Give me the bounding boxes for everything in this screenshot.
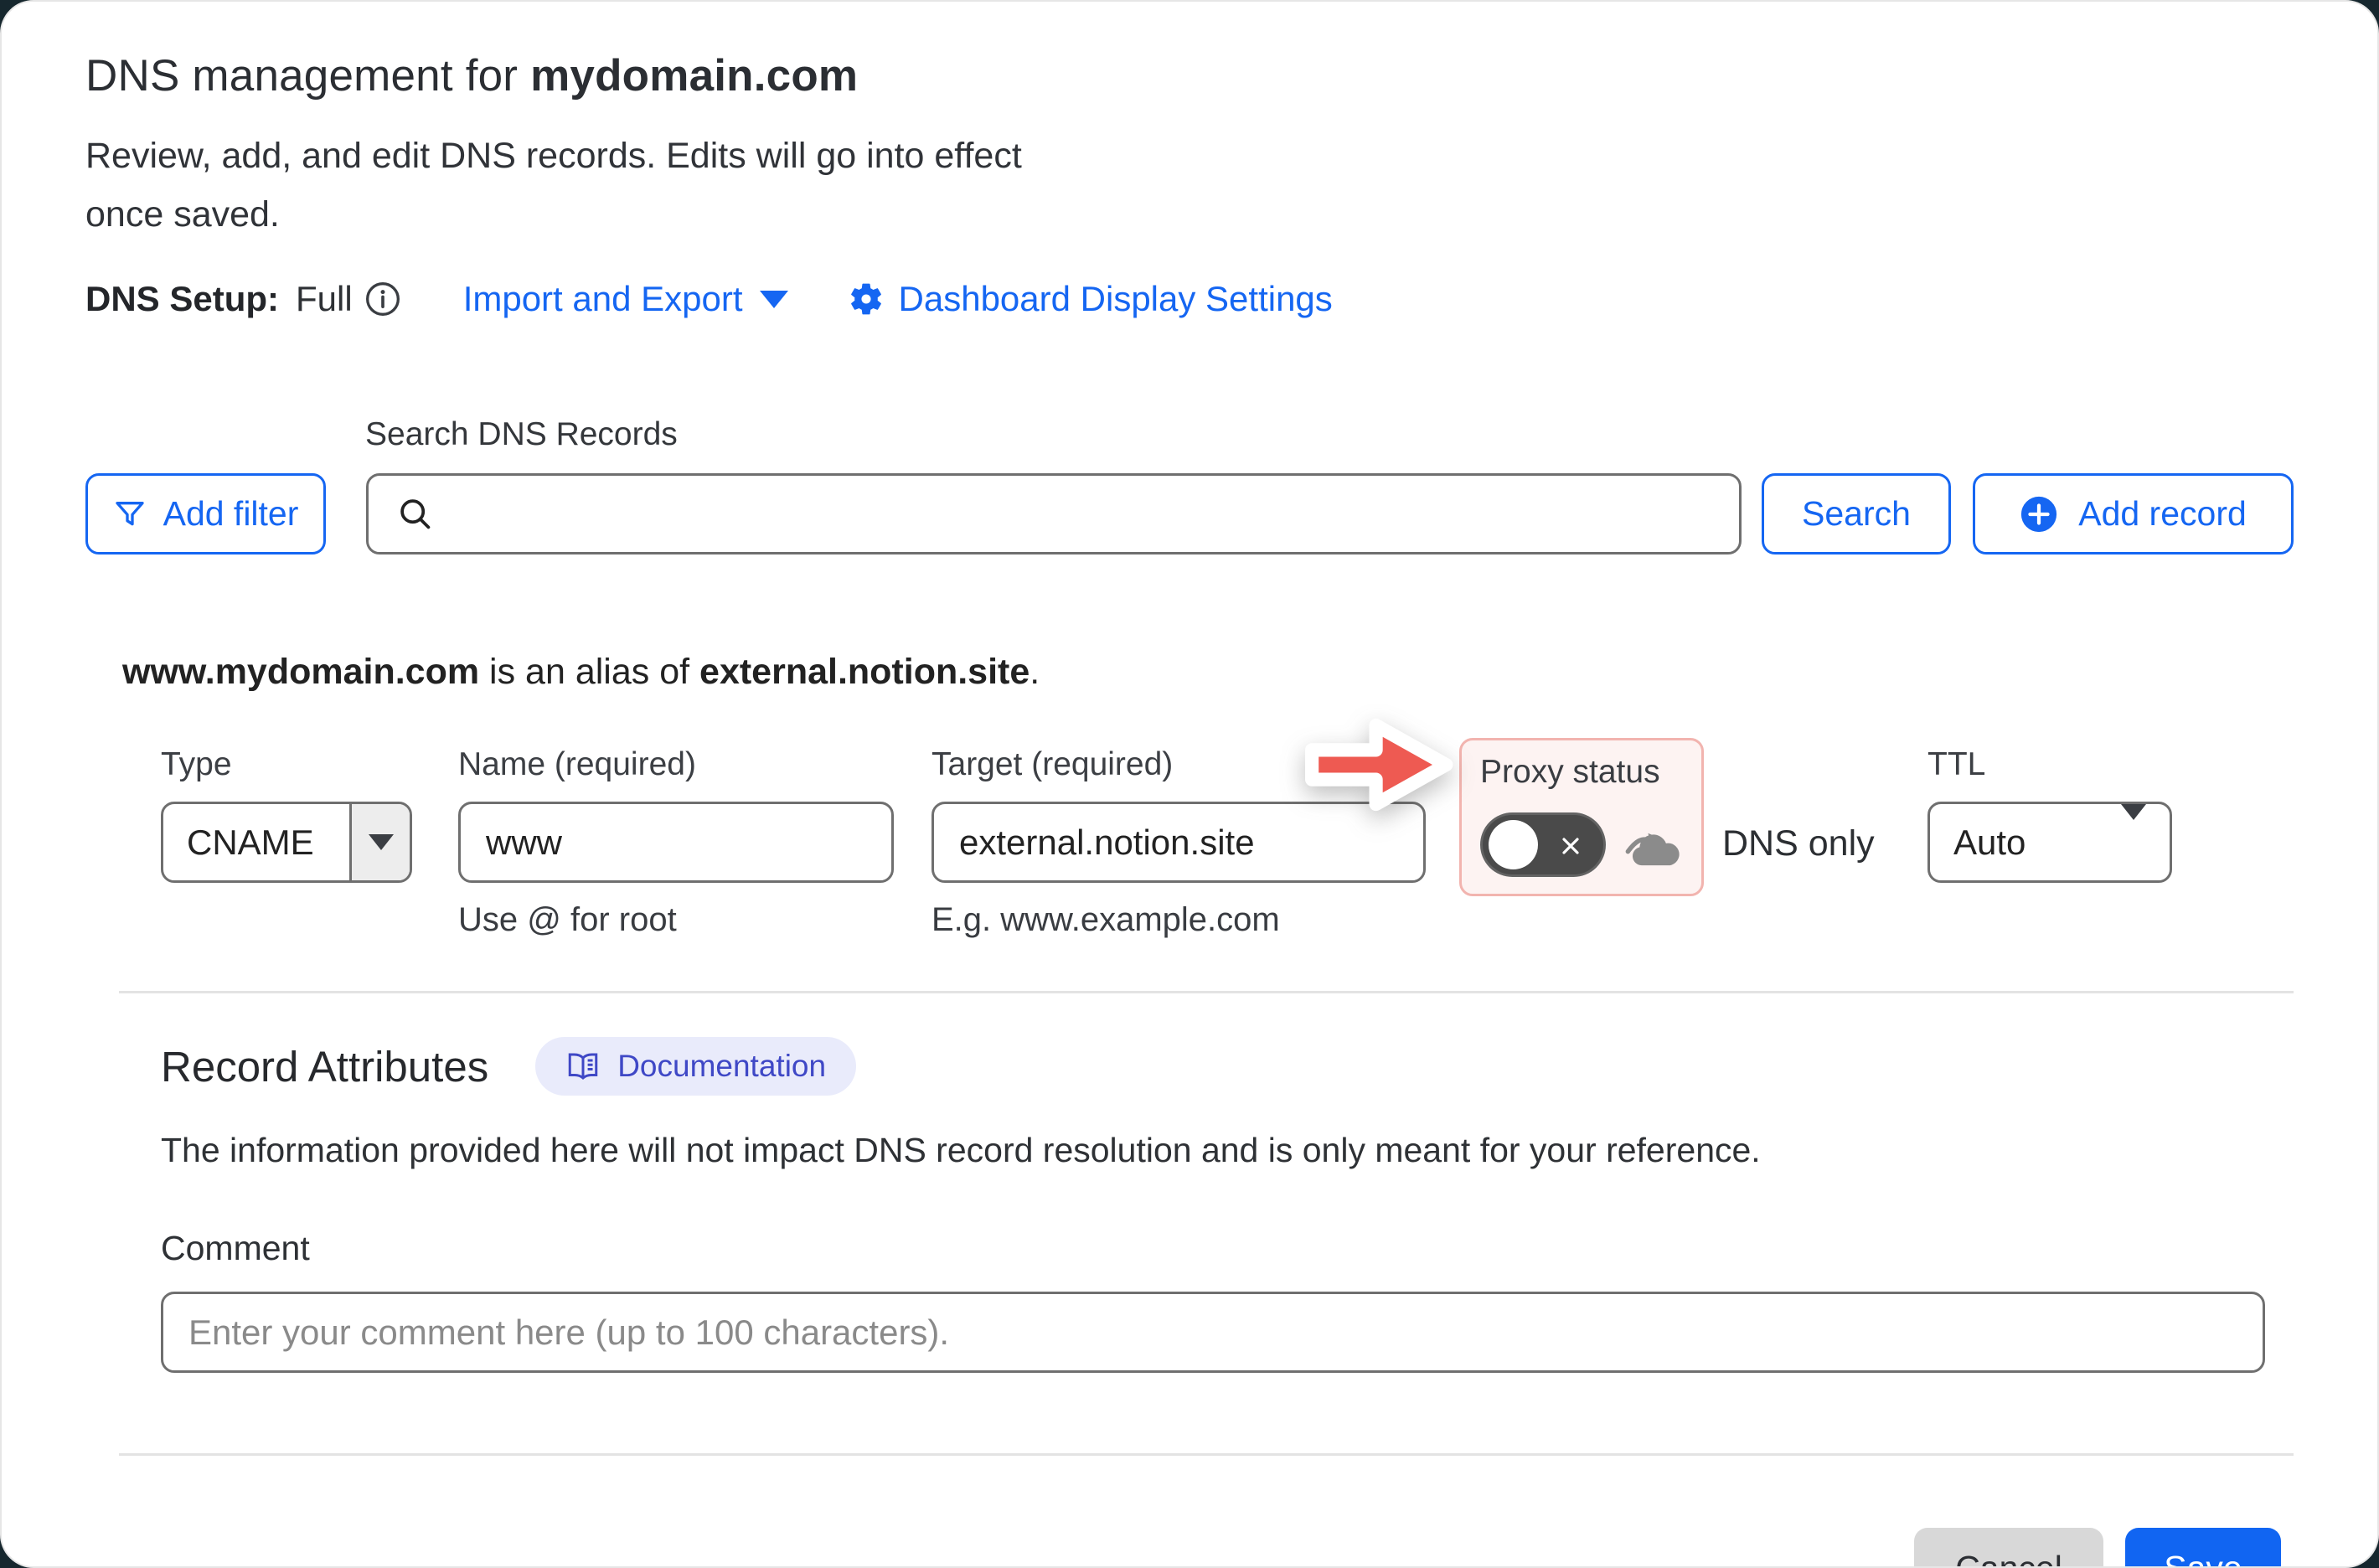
name-field[interactable] (458, 802, 894, 883)
name-label: Name (required) (458, 746, 894, 783)
proxy-status-box: Proxy status (1459, 738, 1704, 896)
dashboard-display-settings-link[interactable]: Dashboard Display Settings (899, 279, 1333, 319)
toggle-knob (1489, 820, 1538, 869)
proxy-toggle[interactable] (1480, 812, 1606, 877)
search-button[interactable]: Search (1762, 473, 1951, 554)
add-record-button[interactable]: Add record (1973, 473, 2294, 554)
add-filter-button[interactable]: Add filter (85, 473, 326, 554)
record-form-row: Type CNAME Name (required) Use @ for roo… (161, 746, 2294, 939)
record-attributes-heading: Record Attributes (161, 1042, 488, 1091)
dns-management-panel: DNS management for mydomain.com Review, … (0, 0, 2379, 1568)
page-title: DNS management for mydomain.com (85, 50, 2294, 101)
save-button[interactable]: Save (2125, 1528, 2281, 1568)
type-select-arrow[interactable] (349, 804, 410, 880)
filter-funnel-icon (113, 498, 147, 531)
target-hint: E.g. www.example.com (931, 901, 1426, 939)
footer-actions: Cancel Save (85, 1528, 2294, 1568)
toggle-off-x-icon (1558, 833, 1583, 859)
search-icon (396, 495, 434, 533)
cloud-dns-only-icon (1624, 815, 1683, 875)
chevron-down-icon (2121, 804, 2146, 820)
plus-circle-icon (2020, 495, 2058, 534)
documentation-badge[interactable]: Documentation (535, 1037, 856, 1096)
alias-statement: www.mydomain.com is an alias of external… (122, 652, 2294, 693)
comment-field[interactable] (161, 1292, 2265, 1373)
divider (119, 1453, 2294, 1456)
ttl-select[interactable]: Auto (1927, 802, 2172, 883)
chevron-down-icon (760, 291, 788, 308)
dns-setup-value: Full (296, 279, 353, 319)
page-title-domain: mydomain.com (530, 51, 858, 101)
dns-setup-label: DNS Setup: (85, 279, 279, 319)
comment-label: Comment (161, 1229, 2294, 1268)
type-select[interactable]: CNAME (161, 802, 412, 883)
divider (119, 991, 2294, 993)
annotation-arrow-icon (1298, 702, 1462, 828)
proxy-status-value: DNS only (1722, 823, 1890, 864)
proxy-status-label: Proxy status (1480, 754, 1683, 791)
record-attributes-description: The information provided here will not i… (161, 1131, 2294, 1170)
type-label: Type (161, 746, 412, 783)
dns-setup-row: DNS Setup: Full Import and Export Dashbo… (85, 279, 2294, 319)
search-dns-records-label: Search DNS Records (365, 416, 2294, 453)
book-icon (565, 1049, 601, 1084)
page-subtitle: Review, add, and edit DNS records. Edits… (85, 126, 1057, 244)
import-export-link[interactable]: Import and Export (463, 279, 788, 319)
gear-icon (847, 280, 885, 318)
search-row: Add filter Search Add record (85, 473, 2294, 554)
info-icon[interactable] (364, 281, 401, 317)
ttl-label: TTL (1927, 746, 2172, 783)
chevron-down-icon (369, 834, 394, 850)
name-hint: Use @ for root (458, 901, 894, 939)
cancel-button[interactable]: Cancel (1914, 1528, 2103, 1568)
dns-search-input[interactable] (366, 473, 1742, 554)
